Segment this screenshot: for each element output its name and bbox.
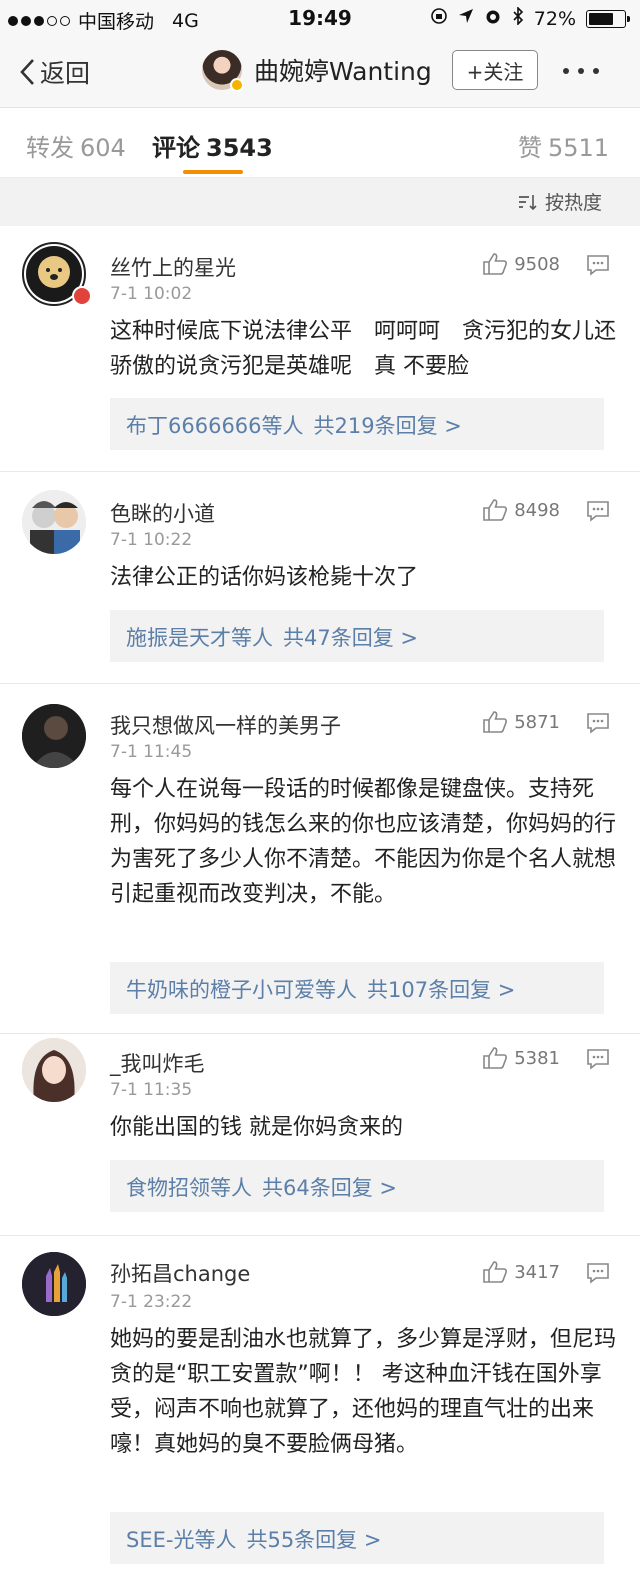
comment-author[interactable]: 丝竹上的星光	[110, 252, 236, 282]
tab-bar: 转发 604 评论 3543 赞 5511	[0, 108, 640, 178]
reply-users: SEE-光等人	[126, 1528, 237, 1552]
reply-count: 共47条回复 >	[283, 626, 418, 650]
member-badge-icon	[72, 286, 92, 306]
like-count: 5871	[514, 711, 560, 733]
nav-bar: 返回 曲婉婷Wanting +关注	[0, 38, 640, 108]
battery-icon	[586, 9, 630, 28]
comment-item: 丝竹上的星光 7-1 10:02 9508 这种时候底下说法律公平 呵呵呵 贪污…	[0, 226, 640, 472]
verified-badge-icon	[230, 78, 244, 92]
tab-count: 604	[80, 134, 126, 162]
avatar[interactable]	[22, 704, 86, 768]
sort-icon	[518, 194, 537, 210]
thumbs-up-icon	[483, 253, 508, 275]
tab-label: 转发	[26, 134, 74, 162]
thumbs-up-icon	[483, 499, 508, 521]
reply-users: 施振是天才等人	[126, 626, 273, 650]
thumbs-up-icon	[483, 1047, 508, 1069]
like-button[interactable]: 5381	[482, 1046, 560, 1070]
comment-time: 7-1 11:45	[110, 742, 193, 762]
reply-count: 共64条回复 >	[262, 1176, 397, 1200]
comment-item: 孙拓昌change 7-1 23:22 3417 她妈的要是刮油水也就算了，多少…	[0, 1236, 640, 1589]
tab-reposts[interactable]: 转发 604	[26, 128, 126, 163]
avatar	[202, 50, 244, 92]
comment-time: 7-1 11:35	[110, 1080, 193, 1100]
comment-icon[interactable]	[586, 1262, 610, 1288]
tab-indicator	[183, 170, 243, 174]
comment-text: 每个人在说每一段话的时候都像是键盘侠。支持死刑，你妈妈的钱怎么来的你也应该清楚，…	[110, 777, 617, 907]
comment-author[interactable]: _我叫炸毛	[110, 1048, 205, 1078]
comment-text: 你能出国的钱 就是你妈贪来的	[110, 1115, 403, 1140]
sort-button[interactable]: 按热度	[517, 188, 602, 215]
reply-count: 共107条回复 >	[367, 978, 516, 1002]
tab-comments[interactable]: 评论 3543	[152, 128, 273, 163]
reply-users: 布丁6666666等人	[126, 414, 304, 438]
tab-count: 5511	[548, 134, 610, 162]
avatar[interactable]	[22, 490, 86, 554]
like-button[interactable]: 5871	[482, 710, 560, 734]
reply-users: 牛奶味的橙子小可爱等人	[126, 978, 357, 1002]
rotation-lock-icon	[430, 7, 448, 30]
tab-count: 3543	[206, 134, 273, 162]
comment-time: 7-1 10:02	[110, 284, 193, 304]
comment-text: 这种时候底下说法律公平 呵呵呵 贪污犯的女儿还骄傲的说贪污犯是英雄呢 真 不要脸	[110, 319, 617, 379]
thumbs-up-icon	[483, 711, 508, 733]
reply-summary[interactable]: SEE-光等人 共55条回复 >	[110, 1512, 604, 1564]
tab-label: 赞	[518, 134, 542, 162]
back-button[interactable]: 返回	[18, 54, 90, 90]
like-button[interactable]: 9508	[482, 252, 560, 276]
reply-summary[interactable]: 施振是天才等人 共47条回复 >	[110, 610, 604, 662]
like-count: 5381	[514, 1047, 560, 1069]
battery-percent: 72%	[533, 7, 576, 30]
reply-count: 共219条回复 >	[313, 414, 462, 438]
comment-time: 7-1 23:22	[110, 1292, 193, 1312]
reply-summary[interactable]: 食物招领等人 共64条回复 >	[110, 1160, 604, 1212]
avatar[interactable]	[22, 1038, 86, 1102]
comment-item: _我叫炸毛 7-1 11:35 5381 你能出国的钱 就是你妈贪来的 食物招领…	[0, 1034, 640, 1236]
comment-icon[interactable]	[586, 254, 610, 280]
reply-users: 食物招领等人	[126, 1176, 252, 1200]
reply-count: 共55条回复 >	[246, 1528, 382, 1552]
reply-summary[interactable]: 牛奶味的橙子小可爱等人 共107条回复 >	[110, 962, 604, 1014]
follow-button[interactable]: +关注	[452, 50, 538, 90]
comment-icon[interactable]	[586, 712, 610, 738]
back-label: 返回	[40, 59, 91, 88]
nav-user[interactable]: 曲婉婷Wanting	[202, 50, 432, 92]
more-icon[interactable]	[563, 68, 599, 74]
user-name: 曲婉婷Wanting	[254, 57, 432, 86]
comment-item: 色眯的小道 7-1 10:22 8498 法律公正的话你妈该枪毙十次了 施振是天…	[0, 472, 640, 684]
comment-text: 法律公正的话你妈该枪毙十次了	[110, 565, 419, 590]
comment-item: 我只想做风一样的美男子 7-1 11:45 5871 每个人在说每一段话的时候都…	[0, 684, 640, 1034]
comment-author[interactable]: 色眯的小道	[110, 498, 215, 528]
thumbs-up-icon	[483, 1261, 508, 1283]
tab-label: 评论	[152, 134, 200, 162]
tab-likes[interactable]: 赞 5511	[518, 128, 609, 163]
comment-author[interactable]: 孙拓昌change	[110, 1258, 250, 1288]
bluetooth-icon	[512, 6, 524, 30]
comment-time: 7-1 10:22	[110, 530, 193, 550]
reply-summary[interactable]: 布丁6666666等人 共219条回复 >	[110, 398, 604, 450]
comment-text: 她妈的要是刮油水也就算了，多少算是浮财，但尼玛贪的是“职工安置款”啊！！ 考这种…	[110, 1327, 617, 1457]
sort-label: 按热度	[544, 192, 602, 214]
like-button[interactable]: 8498	[482, 498, 560, 522]
sort-bar: 按热度	[0, 178, 640, 226]
status-bar: 中国移动 4G 19:49 72%	[0, 0, 640, 38]
comment-icon[interactable]	[586, 500, 610, 526]
like-count: 3417	[514, 1261, 560, 1283]
alarm-icon	[484, 7, 502, 30]
like-count: 8498	[514, 499, 560, 521]
chevron-left-icon	[20, 59, 34, 85]
avatar[interactable]	[22, 1252, 86, 1316]
location-icon	[458, 8, 474, 29]
like-button[interactable]: 3417	[482, 1260, 560, 1284]
like-count: 9508	[514, 253, 560, 275]
comment-icon[interactable]	[586, 1048, 610, 1074]
comment-author[interactable]: 我只想做风一样的美男子	[110, 710, 341, 740]
